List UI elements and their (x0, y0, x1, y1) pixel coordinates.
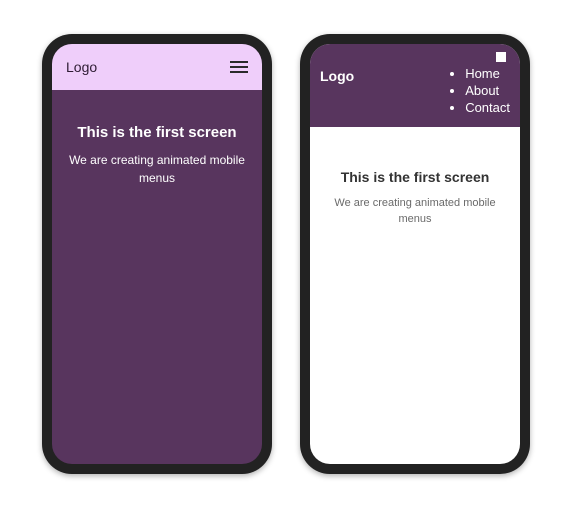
menu-expanded: Home About Contact (451, 52, 510, 117)
close-menu-icon[interactable] (496, 52, 506, 62)
phone1-header: Logo (52, 44, 262, 90)
hamburger-menu-icon[interactable] (230, 61, 248, 73)
phone2-subline: We are creating animated mobile menus (326, 195, 504, 228)
phone2-screen: Logo Home About Contact This is the firs… (310, 44, 520, 464)
phone1-headline: This is the first screen (68, 124, 246, 141)
phone1-subline: We are creating animated mobile menus (68, 151, 246, 187)
phone2-header: Logo Home About Contact (310, 44, 520, 127)
nav-menu: Home About Contact (451, 66, 510, 117)
phone-mockup-1: Logo This is the first screen We are cre… (42, 34, 272, 474)
nav-item-about[interactable]: About (465, 83, 510, 100)
phone-mockup-2: Logo Home About Contact This is the firs… (300, 34, 530, 474)
phone1-logo: Logo (66, 59, 97, 75)
nav-item-contact[interactable]: Contact (465, 100, 510, 117)
phone2-content: This is the first screen We are creating… (310, 127, 520, 228)
phone2-headline: This is the first screen (326, 169, 504, 185)
phone1-screen: Logo This is the first screen We are cre… (52, 44, 262, 464)
nav-item-home[interactable]: Home (465, 66, 510, 83)
phone1-content: This is the first screen We are creating… (52, 90, 262, 187)
phone2-logo: Logo (320, 68, 354, 84)
